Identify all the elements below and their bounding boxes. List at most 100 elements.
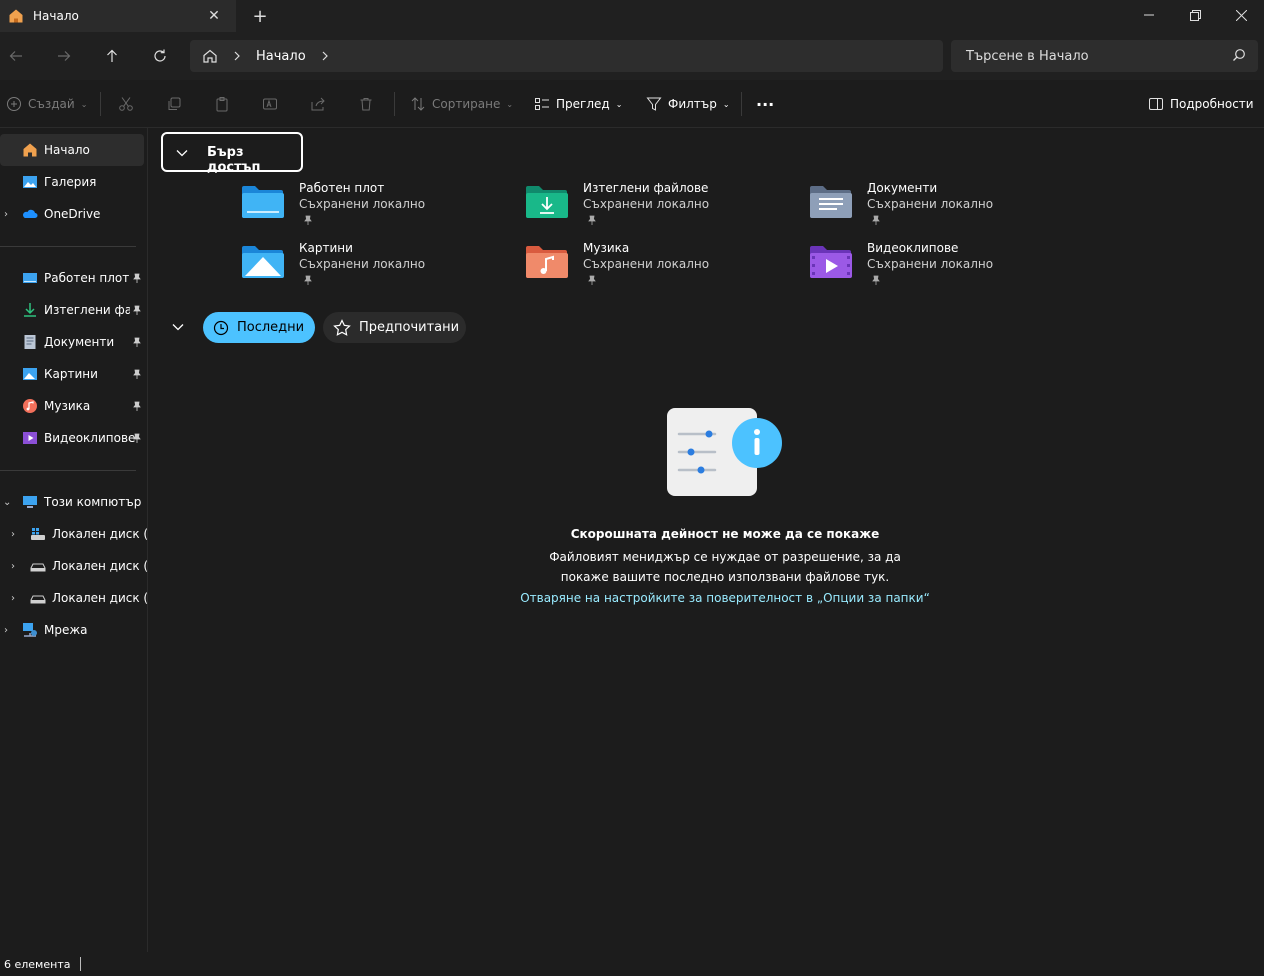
tab-favorites[interactable]: Предпочитани [323, 312, 466, 343]
sidebar-item-network[interactable]: › Мрежа [0, 614, 146, 646]
computer-icon [23, 496, 37, 508]
chevron-right-icon[interactable] [320, 51, 330, 61]
pin-icon [588, 215, 596, 225]
sidebar-item-videos[interactable]: Видеоклипове [0, 422, 146, 454]
pin-icon [304, 215, 312, 225]
sidebar-item-drive-f[interactable]: › Локален диск (F:) [0, 582, 147, 614]
chevron-right-icon[interactable]: › [4, 625, 8, 636]
sidebar-item-label: OneDrive [44, 207, 101, 221]
sidebar-item-documents[interactable]: Документи [0, 326, 146, 358]
pin-icon[interactable] [132, 401, 142, 411]
pin-icon[interactable] [132, 369, 142, 379]
sidebar-item-gallery[interactable]: Галерия [0, 166, 146, 198]
sidebar-item-pictures[interactable]: Картини [0, 358, 146, 390]
sidebar-item-label: Видеоклипове [44, 431, 136, 445]
rename-button[interactable] [262, 92, 278, 116]
quick-access-item-documents[interactable]: Документи Съхранени локално [809, 180, 1069, 236]
up-button[interactable] [100, 44, 124, 68]
music-folder-icon [526, 246, 568, 278]
more-options-button[interactable]: ··· [756, 92, 774, 116]
sidebar-item-drive-d[interactable]: › Локален диск (D: [0, 550, 148, 582]
maximize-button[interactable] [1172, 0, 1218, 30]
pin-icon[interactable] [132, 433, 142, 443]
tab-recent-label: Последни [237, 320, 305, 335]
view-button[interactable]: Преглед ⌄ [534, 92, 622, 116]
paste-icon [216, 97, 228, 112]
privacy-settings-link[interactable]: Отваряне на настройките за поверителност… [449, 591, 1001, 605]
item-count: 6 елемента [4, 957, 71, 971]
details-pane-button[interactable]: Подробности [1148, 92, 1254, 116]
sidebar-item-music[interactable]: Музика [0, 390, 146, 422]
chevron-right-icon[interactable]: › [11, 593, 15, 604]
item-subtitle: Съхранени локално [867, 257, 994, 271]
minimize-button[interactable] [1126, 0, 1172, 30]
create-label: Създай [28, 97, 75, 111]
tab-recent[interactable]: Последни [203, 312, 315, 343]
refresh-button[interactable] [148, 44, 172, 68]
chevron-right-icon[interactable]: › [11, 561, 15, 572]
desktop-icon [23, 273, 37, 283]
copy-button[interactable] [166, 92, 182, 116]
sort-button[interactable]: Сортиране ⌄ [410, 92, 513, 116]
back-button[interactable] [4, 44, 28, 68]
recent-files-info-illustration [667, 408, 782, 496]
paste-button[interactable] [214, 92, 230, 116]
sidebar-item-label: Музика [44, 399, 91, 413]
sidebar-item-desktop[interactable]: Работен плот [0, 262, 146, 294]
item-subtitle: Съхранени локално [583, 197, 710, 211]
documents-folder-icon [810, 186, 852, 218]
close-window-button[interactable] [1218, 0, 1264, 30]
quick-access-item-pictures[interactable]: Картини Съхранени локално [241, 240, 501, 296]
item-name: Работен плот [299, 181, 385, 195]
item-name: Видеоклипове [867, 241, 959, 255]
videos-folder-icon [810, 246, 852, 278]
sidebar-item-onedrive[interactable]: › OneDrive [0, 198, 146, 230]
sort-label: Сортиране [432, 97, 501, 111]
filter-button[interactable]: Филтър ⌄ [646, 92, 730, 116]
create-button[interactable]: Създай ⌄ [6, 92, 87, 116]
quick-access-item-downloads[interactable]: Изтеглени файлове Съхранени локално [525, 180, 785, 236]
pin-icon[interactable] [132, 337, 142, 347]
quick-access-header[interactable]: Бърз достъп [161, 132, 303, 175]
delete-button[interactable] [358, 92, 374, 116]
pin-icon[interactable] [132, 305, 142, 315]
share-button[interactable] [310, 92, 326, 116]
sidebar-item-drive-c[interactable]: › Локален диск (C: [0, 518, 147, 550]
pin-icon[interactable] [132, 273, 142, 283]
sidebar-item-label: Локален диск (D: [52, 559, 148, 573]
quick-access-title: Бърз достъп [207, 145, 261, 175]
address-field[interactable]: Начало [190, 40, 943, 72]
divider [0, 470, 136, 471]
chevron-right-icon[interactable]: › [11, 529, 15, 540]
quick-access-item-music[interactable]: Музика Съхранени локално [525, 240, 785, 296]
forward-button[interactable] [52, 44, 76, 68]
cut-button[interactable] [118, 92, 134, 116]
sidebar-item-this-pc[interactable]: ⌄ Този компютър [0, 486, 146, 518]
details-label: Подробности [1170, 97, 1254, 111]
windows-drive-icon [31, 528, 45, 540]
documents-icon [24, 335, 36, 349]
drive-icon [30, 563, 46, 572]
new-tab-button[interactable]: + [248, 5, 272, 27]
quick-access-item-videos[interactable]: Видеоклипове Съхранени локално [809, 240, 1069, 296]
tab-home[interactable]: Начало ✕ [0, 0, 236, 32]
sidebar-item-downloads[interactable]: Изтеглени файл [0, 294, 146, 326]
chevron-down-icon[interactable]: ⌄ [3, 497, 11, 508]
sidebar-item-label: Картини [44, 367, 98, 381]
chevron-right-icon[interactable] [232, 51, 242, 61]
breadcrumb-home[interactable]: Начало [256, 49, 306, 64]
chevron-right-icon[interactable]: › [4, 209, 8, 220]
sidebar-item-home[interactable]: Начало [0, 134, 144, 166]
title-bar: Начало ✕ + [0, 0, 1264, 32]
item-subtitle: Съхранени локално [867, 197, 994, 211]
chevron-down-icon: ⌄ [615, 99, 623, 109]
chevron-down-icon[interactable] [171, 320, 185, 334]
close-tab-icon[interactable]: ✕ [204, 6, 224, 26]
search-icon[interactable] [1232, 48, 1246, 62]
pictures-icon [23, 368, 37, 380]
item-name: Документи [867, 181, 938, 195]
quick-access-item-desktop[interactable]: Работен плот Съхранени локално [241, 180, 501, 236]
search-input[interactable]: Търсене в Начало [951, 40, 1258, 72]
share-icon [311, 97, 325, 111]
sidebar-item-label: Изтеглени файл [44, 303, 130, 317]
